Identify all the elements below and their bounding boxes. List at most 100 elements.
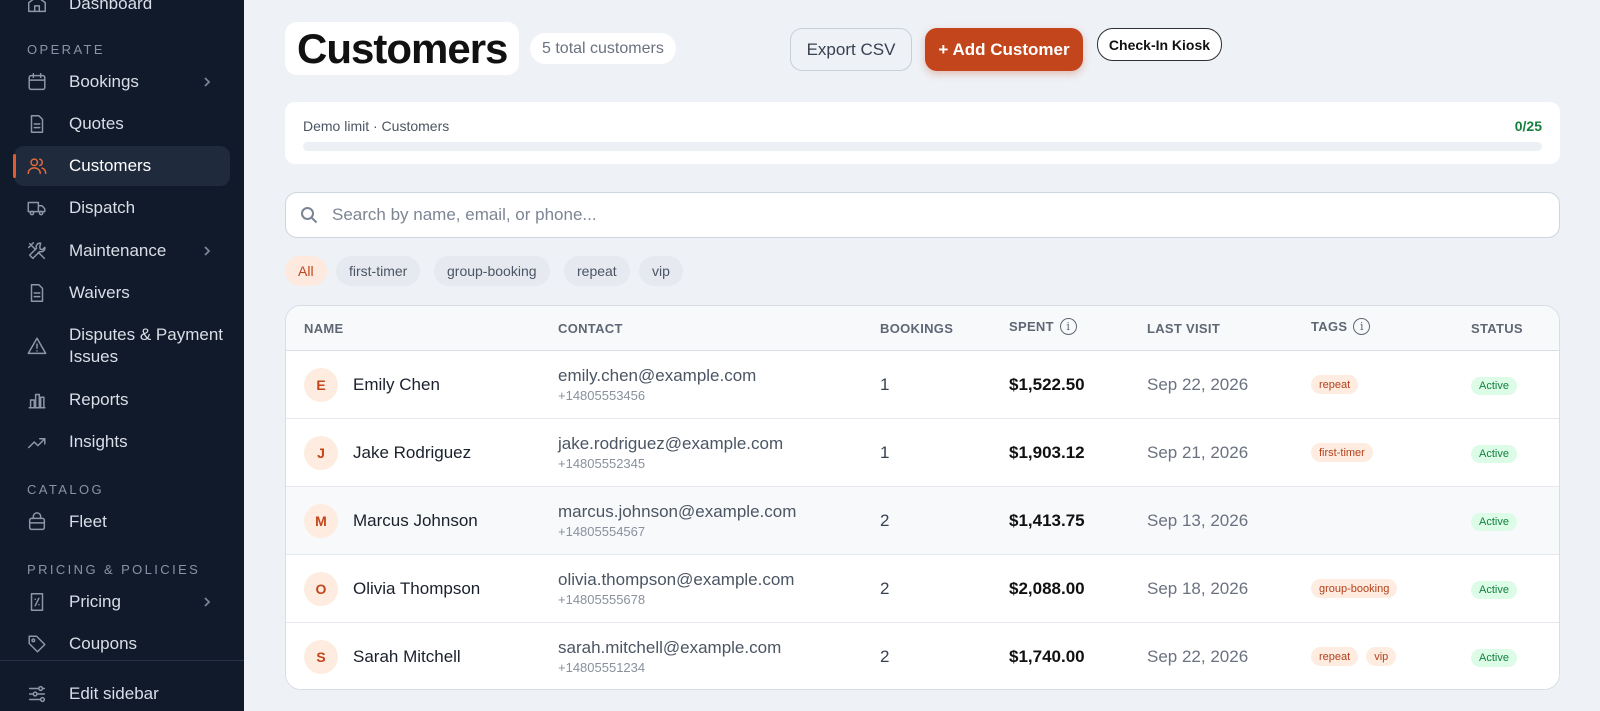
search-icon: [300, 206, 318, 224]
column-header-name[interactable]: NAME: [304, 321, 343, 336]
status-badge: Active: [1471, 581, 1517, 599]
status-badge: Active: [1471, 377, 1517, 395]
sidebar-item-label: Maintenance: [69, 241, 167, 260]
column-header-label: BOOKINGS: [880, 321, 954, 336]
sidebar-item-customers[interactable]: Customers: [13, 146, 230, 186]
customers-table: NAME CONTACT BOOKINGS SPENT i LAST VISIT …: [285, 305, 1560, 690]
sidebar-item-insights[interactable]: Insights: [14, 422, 230, 462]
tag-icon: [26, 633, 48, 655]
customer-last-visit: Sep 18, 2026: [1147, 579, 1249, 598]
customer-email: emily.chen@example.com: [558, 366, 757, 385]
tools-icon: [26, 240, 48, 262]
sidebar-item-bookings[interactable]: Bookings: [14, 62, 230, 102]
avatar: E: [304, 368, 338, 402]
info-icon[interactable]: i: [1353, 318, 1371, 335]
column-header-status[interactable]: STATUS: [1471, 321, 1523, 336]
sidebar-item-reports[interactable]: Reports: [14, 380, 230, 420]
sidebar-item-label: Pricing: [69, 592, 121, 611]
customer-count-badge: 5 total customers: [530, 33, 676, 64]
home-icon: [26, 0, 48, 15]
table-row[interactable]: J Jake Rodriguez jake.rodriguez@example.…: [286, 419, 1559, 487]
customer-name[interactable]: Sarah Mitchell: [353, 647, 461, 667]
sidebar-item-edit-sidebar[interactable]: Edit sidebar: [14, 674, 230, 711]
filter-chip-repeat[interactable]: repeat: [564, 256, 630, 286]
column-header-bookings[interactable]: BOOKINGS: [880, 321, 953, 336]
check-in-kiosk-button[interactable]: Check-In Kiosk: [1097, 28, 1222, 61]
sidebar-item-dashboard[interactable]: Dashboard: [14, 0, 230, 24]
sidebar-item-maintenance[interactable]: Maintenance: [14, 231, 230, 271]
customer-name[interactable]: Olivia Thompson: [353, 579, 480, 599]
customer-email: olivia.thompson@example.com: [558, 570, 795, 589]
document-icon: [26, 282, 48, 304]
sidebar-item-label: Customers: [69, 156, 152, 175]
column-header-contact[interactable]: CONTACT: [558, 321, 623, 336]
section-label-operate: OPERATE: [27, 42, 105, 57]
sidebar-item-label: Dashboard: [69, 0, 153, 13]
column-header-tags[interactable]: TAGS i: [1311, 318, 1371, 335]
chevron-right-icon: [200, 74, 214, 88]
sidebar-divider: [0, 660, 244, 661]
table-row[interactable]: M Marcus Johnson marcus.johnson@example.…: [286, 487, 1559, 555]
customer-name[interactable]: Jake Rodriguez: [353, 443, 471, 463]
filter-chip-vip[interactable]: vip: [639, 256, 683, 286]
warning-icon: [26, 335, 48, 357]
customer-name[interactable]: Marcus Johnson: [353, 511, 478, 531]
search-input[interactable]: [332, 205, 1532, 225]
section-label-catalog: CATALOG: [27, 482, 104, 497]
sidebar-item-coupons[interactable]: Coupons: [14, 624, 230, 664]
status-badge: Active: [1471, 649, 1517, 667]
column-header-label: STATUS: [1471, 321, 1523, 336]
sidebar-item-label: Coupons: [69, 634, 138, 653]
bar-chart-icon: [26, 389, 48, 411]
customer-spent: $1,522.50: [1009, 375, 1085, 394]
column-header-spent[interactable]: SPENT i: [1009, 318, 1077, 335]
customer-last-visit: Sep 13, 2026: [1147, 511, 1249, 530]
customer-bookings: 2: [880, 647, 890, 666]
avatar: J: [304, 436, 338, 470]
tag-badge: first-timer: [1311, 443, 1373, 462]
customer-bookings: 2: [880, 579, 890, 598]
tag-badge: group-booking: [1311, 579, 1398, 598]
sidebar-item-label: Quotes: [69, 114, 124, 133]
sidebar-item-quotes[interactable]: Quotes: [14, 104, 230, 144]
users-icon: [26, 155, 48, 177]
tag-badge: repeat: [1311, 647, 1359, 666]
customer-tags: first-timer: [1311, 443, 1373, 462]
customer-last-visit: Sep 22, 2026: [1147, 647, 1249, 666]
avatar: M: [304, 504, 338, 538]
table-row[interactable]: O Olivia Thompson olivia.thompson@exampl…: [286, 555, 1559, 623]
filter-chip-group-booking[interactable]: group-booking: [434, 256, 550, 286]
column-header-last-visit[interactable]: LAST VISIT: [1147, 321, 1220, 336]
customer-spent: $1,740.00: [1009, 647, 1085, 666]
sidebar-item-label: Bookings: [69, 72, 139, 91]
customer-tags: group-booking: [1311, 579, 1398, 598]
document-icon: [26, 113, 48, 135]
demo-limit-card: Demo limit · Customers 0/25: [285, 102, 1560, 164]
status-badge: Active: [1471, 445, 1517, 463]
sidebar-item-dispatch[interactable]: Dispatch: [14, 188, 230, 228]
price-tag-document-icon: [26, 591, 48, 613]
sidebar-item-disputes[interactable]: Disputes & Payment Issues: [14, 322, 230, 370]
sidebar-item-waivers[interactable]: Waivers: [14, 273, 230, 313]
sidebar-item-label: Edit sidebar: [69, 684, 159, 703]
customer-spent: $1,903.12: [1009, 443, 1085, 462]
avatar: O: [304, 572, 338, 606]
sidebar-item-label: Waivers: [69, 283, 130, 302]
export-csv-button[interactable]: Export CSV: [790, 28, 912, 71]
avatar: S: [304, 640, 338, 674]
filter-chip-all[interactable]: All: [285, 256, 327, 286]
column-header-label: CONTACT: [558, 321, 623, 336]
table-row[interactable]: E Emily Chen emily.chen@example.com +148…: [286, 351, 1559, 419]
sidebar: Dashboard OPERATE Bookings Quotes Custom…: [0, 0, 244, 711]
customer-tags: repeat vip: [1311, 647, 1397, 666]
filter-chip-first-timer[interactable]: first-timer: [336, 256, 421, 286]
sidebar-item-pricing[interactable]: Pricing: [14, 582, 230, 622]
customer-name[interactable]: Emily Chen: [353, 375, 440, 395]
tag-badge: repeat: [1311, 375, 1359, 394]
table-row[interactable]: S Sarah Mitchell sarah.mitchell@example.…: [286, 623, 1559, 689]
sidebar-item-fleet[interactable]: Fleet: [14, 502, 230, 542]
customer-last-visit: Sep 21, 2026: [1147, 443, 1249, 462]
info-icon[interactable]: i: [1059, 318, 1077, 335]
add-customer-button[interactable]: + Add Customer: [925, 28, 1083, 71]
page-title-container: Customers: [285, 22, 520, 75]
